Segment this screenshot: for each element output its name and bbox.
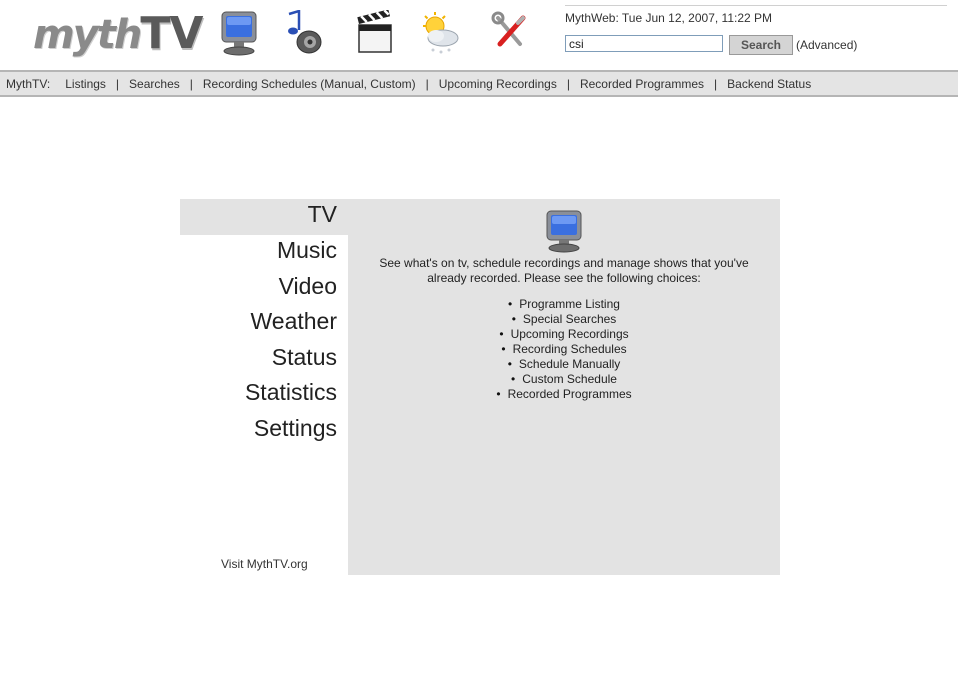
header-divider [565,5,947,6]
section-content: See what's on tv, schedule recordings an… [348,199,780,575]
settings-icon[interactable] [490,10,530,56]
nav-brand: MythTV: [6,76,51,91]
search-input[interactable] [565,35,723,52]
nav-listings[interactable]: Listings [65,77,106,91]
visit-mythtv-link[interactable]: Visit MythTV.org [221,557,308,571]
choices-list: Programme Listing Special Searches Upcom… [348,297,780,402]
logo-tv-text: TV [140,8,203,59]
nav-searches[interactable]: Searches [129,77,180,91]
menu-item-video[interactable]: Video [180,271,348,307]
weather-icon[interactable] [421,10,461,56]
nav-separator: | [425,76,429,91]
choice-upcoming-recordings[interactable]: Upcoming Recordings [348,327,780,342]
nav-recording-schedules[interactable]: Recording Schedules (Manual, Custom) [203,77,416,91]
menu-item-settings[interactable]: Settings [180,413,348,449]
mythtv-logo[interactable]: myth TV [33,8,203,60]
nav-separator: | [115,76,120,91]
music-icon[interactable] [283,9,323,56]
choice-recorded-programmes[interactable]: Recorded Programmes [348,387,780,402]
nav-separator: | [189,76,193,91]
nav-upcoming-recordings[interactable]: Upcoming Recordings [439,77,557,91]
main-panel: TV Music Video Weather Status Statistics… [180,199,780,575]
nav-backend-status[interactable]: Backend Status [727,77,811,91]
menu-item-statistics[interactable]: Statistics [180,377,348,413]
nav-separator: | [714,76,718,91]
choice-recording-schedules[interactable]: Recording Schedules [348,342,780,357]
tv-icon[interactable] [219,10,259,56]
search-button[interactable]: Search [729,35,793,55]
menu-item-status[interactable]: Status [180,342,348,378]
choice-schedule-manually[interactable]: Schedule Manually [348,357,780,372]
choice-special-searches[interactable]: Special Searches [348,312,780,327]
nav-separator: | [566,76,570,91]
choice-programme-listing[interactable]: Programme Listing [348,297,780,312]
logo-myth-text: myth [33,12,142,58]
tv-icon [544,209,584,253]
section-description: See what's on tv, schedule recordings an… [379,256,749,285]
nav-bar: MythTV: Listings | Searches | Recording … [0,70,958,97]
video-icon[interactable] [355,9,395,56]
nav-recorded-programmes[interactable]: Recorded Programmes [580,77,704,91]
status-datetime: MythWeb: Tue Jun 12, 2007, 11:22 PM [565,11,773,25]
menu-item-tv[interactable]: TV [180,199,348,235]
menu-item-weather[interactable]: Weather [180,306,348,342]
menu-item-music[interactable]: Music [180,235,348,271]
section-menu: TV Music Video Weather Status Statistics… [180,199,348,575]
advanced-search-link[interactable]: (Advanced) [796,38,857,52]
choice-custom-schedule[interactable]: Custom Schedule [348,372,780,387]
